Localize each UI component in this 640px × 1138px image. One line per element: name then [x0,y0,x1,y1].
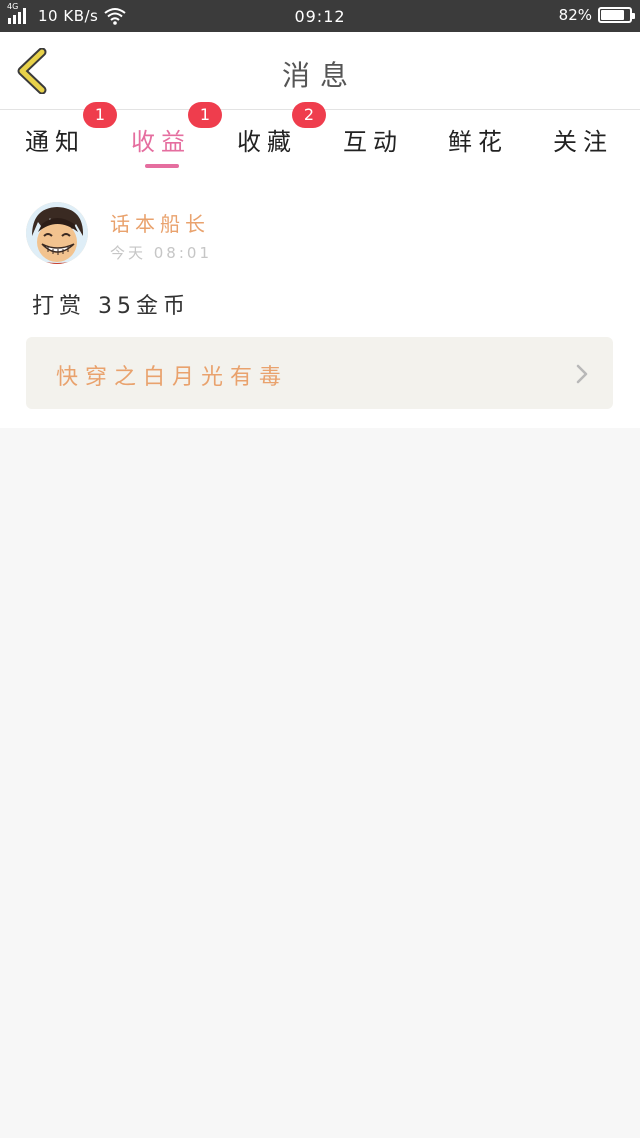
book-title: 快穿之白月光有毒 [56,365,289,390]
battery-fill [601,10,624,20]
tab-interactions[interactable]: 互动 [328,122,418,157]
message-time: 今天 08:01 [110,244,212,262]
status-right: 82% [558,6,635,24]
tab-badge-earnings: 1 [188,102,222,128]
cartoon-avatar-icon [26,202,88,264]
status-bar: 4G 10 KB/s 09:12 82% [0,0,640,32]
message-item: 话本船长 今天 08:01 打赏 35金币 快穿之白月光有毒 [0,172,640,428]
avatar[interactable] [26,202,88,264]
tab-badge-favorites: 2 [292,102,326,128]
active-tab-indicator [145,164,179,168]
message-text: 打赏 35金币 [32,294,190,319]
tab-flowers[interactable]: 鲜花 [433,122,523,157]
tab-notifications[interactable]: 通知 [10,122,100,157]
tab-following[interactable]: 关注 [538,122,628,157]
clock: 09:12 [294,7,346,26]
nav-bar: 消息 [0,32,640,110]
tab-bar: 通知 1 收益 1 收藏 2 互动 鲜花 关注 [0,102,640,172]
tab-badge-notifications: 1 [83,102,117,128]
battery-percent: 82% [558,6,592,24]
battery-icon [598,7,635,23]
tab-favorites[interactable]: 收藏 [222,122,312,157]
sender-name[interactable]: 话本船长 [110,208,210,237]
tab-earnings[interactable]: 收益 [116,122,206,157]
chevron-right-icon [576,364,588,384]
page-title: 消息 [281,59,358,92]
book-link-card[interactable]: 快穿之白月光有毒 [26,337,613,409]
